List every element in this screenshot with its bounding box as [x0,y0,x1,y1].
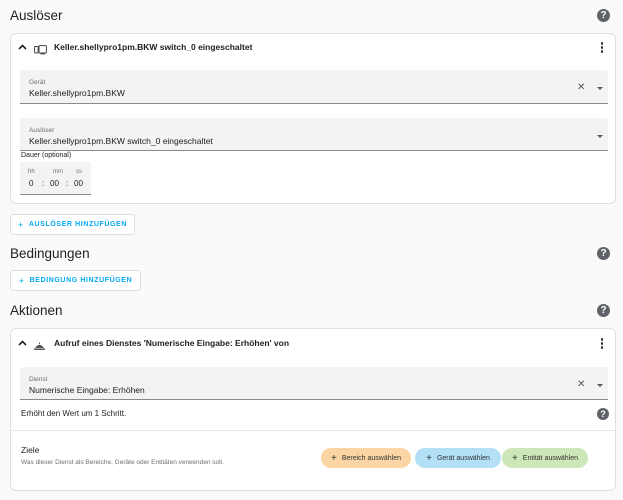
select-device-button[interactable]: + Gerät auswählen [415,448,501,468]
chevron-up-icon[interactable] [17,42,27,52]
add-condition-label: BEDINGUNG HINZUFÜGEN [29,277,133,284]
select-area-button[interactable]: + Bereich auswählen [321,448,411,468]
device-field[interactable]: Gerät Keller.shellypro1pm.BKW ✕ [20,70,608,104]
help-icon[interactable]: ? [597,408,609,420]
select-entity-button[interactable]: + Entität auswählen [502,448,588,468]
targets-subtitle: Was dieser Dienst als Bereiche, Geräte o… [21,459,224,466]
device-field-label: Gerät [29,79,46,86]
help-icon[interactable]: ? [597,304,610,317]
add-trigger-button[interactable]: + AUSLÖSER HINZUFÜGEN [10,214,135,235]
plus-icon: + [331,452,337,464]
trigger-card: Keller.shellypro1pm.BKW switch_0 eingesc… [10,33,616,204]
duration-ss-label: ss [76,169,82,175]
kebab-menu-icon[interactable] [600,338,604,349]
service-field[interactable]: Dienst Numerische Eingabe: Erhöhen ✕ [20,367,608,400]
duration-hh-label: hh [28,169,35,175]
device-field-value: Keller.shellypro1pm.BKW [29,88,125,98]
actions-title: Aktionen [10,303,63,318]
duration-separator: : [66,179,69,188]
divider [11,430,615,431]
service-field-label: Dienst [29,376,48,383]
service-field-value: Numerische Eingabe: Erhöhen [29,385,145,395]
device-icon [34,42,47,60]
action-card-title: Aufruf eines Dienstes 'Numerische Eingab… [54,338,290,348]
select-area-label: Bereich auswählen [341,454,401,462]
chevron-up-icon[interactable] [17,338,27,348]
add-trigger-label: AUSLÖSER HINZUFÜGEN [28,221,127,228]
duration-seconds[interactable]: 00 [74,179,83,188]
trigger-type-field[interactable]: Auslöser Keller.shellypro1pm.BKW switch_… [20,118,608,151]
conditions-title: Bedingungen [10,246,90,261]
add-condition-button[interactable]: + BEDINGUNG HINZUFÜGEN [10,270,141,291]
plus-icon: + [18,219,24,230]
help-icon[interactable]: ? [597,9,610,22]
help-icon[interactable]: ? [597,247,610,260]
select-device-label: Gerät auswählen [436,454,490,462]
trigger-card-title: Keller.shellypro1pm.BKW switch_0 eingesc… [54,42,253,52]
duration-hours[interactable]: 0 [29,179,33,188]
plus-icon: + [511,452,518,464]
targets-title: Ziele [21,445,40,455]
duration-label: Dauer (optional) [21,152,72,159]
duration-separator: : [42,179,45,188]
select-entity-label: Entität auswählen [522,454,579,462]
plus-icon: + [18,275,25,286]
caret-down-icon[interactable] [597,384,603,387]
caret-down-icon[interactable] [597,87,603,90]
plus-icon: + [426,452,432,464]
caret-down-icon[interactable] [597,135,603,138]
duration-minutes[interactable]: 00 [50,179,59,188]
duration-mm-label: mm [53,169,63,175]
close-icon[interactable]: ✕ [577,82,585,93]
trigger-type-field-value: Keller.shellypro1pm.BKW switch_0 eingesc… [29,136,213,146]
service-description: Erhöht den Wert um 1 Schritt. [21,409,127,418]
triggers-title: Auslöser [10,8,63,23]
duration-input[interactable]: hh mm ss 0 : 00 : 00 [20,162,91,195]
kebab-menu-icon[interactable] [600,42,604,53]
action-card: Aufruf eines Dienstes 'Numerische Eingab… [10,328,616,491]
close-icon[interactable]: ✕ [577,379,585,390]
trigger-type-field-label: Auslöser [29,127,55,134]
service-icon [33,338,46,356]
